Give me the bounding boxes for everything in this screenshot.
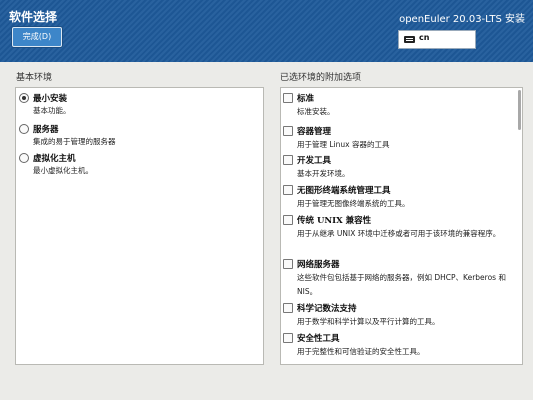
addon-item-name: 科学记数法支持 bbox=[297, 304, 357, 314]
done-button[interactable]: 完成(D) bbox=[12, 27, 62, 47]
addon-item-desc: 用于从继承 UNIX 环境中迁移或者可用于该环境的兼容程序。 bbox=[297, 229, 501, 238]
addons-list: 标准 标准安装。 容器管理 用于管理 Linux 容器的工具 开发工具 基本开发… bbox=[280, 87, 523, 365]
addon-item-name: 容器管理 bbox=[297, 127, 332, 137]
addon-item-desc: 用于管理无图像终端系统的工具。 bbox=[297, 199, 410, 208]
header-bar: 软件选择 完成(D) openEuler 20.03-LTS 安装 cn bbox=[0, 0, 533, 62]
addon-item-name: 传统 UNIX 兼容性 bbox=[297, 216, 372, 226]
env-item-desc: 集成的易于管理的服务器 bbox=[33, 137, 116, 146]
checkbox[interactable] bbox=[283, 303, 293, 313]
product-title: openEuler 20.03-LTS 安装 bbox=[399, 14, 525, 25]
addon-item-desc: 这些软件包包括基于网络的服务器，例如 DHCP、Kerberos 和 NIS。 bbox=[297, 273, 506, 296]
addon-item-name: 网络服务器 bbox=[297, 260, 340, 270]
keyboard-layout-label: cn bbox=[419, 33, 430, 42]
addon-item-desc: 用于完整性和可信验证的安全性工具。 bbox=[297, 347, 425, 356]
addon-item-desc: 标准安装。 bbox=[297, 107, 335, 116]
checkbox[interactable] bbox=[283, 185, 293, 195]
checkbox[interactable] bbox=[283, 155, 293, 165]
env-item-name: 最小安装 bbox=[33, 94, 68, 104]
radio-button-selected[interactable] bbox=[19, 93, 29, 103]
spoke-title: 软件选择 bbox=[9, 10, 58, 24]
bottom-bar bbox=[0, 370, 533, 400]
addon-item-name: 安全性工具 bbox=[297, 334, 340, 344]
env-item-desc: 最小虚拟化主机。 bbox=[33, 166, 93, 175]
keyboard-layout-indicator[interactable]: cn bbox=[398, 30, 476, 49]
addons-scrollbar[interactable] bbox=[518, 90, 521, 130]
addon-item-name: 开发工具 bbox=[297, 156, 332, 166]
env-item-desc: 基本功能。 bbox=[33, 106, 71, 115]
checkbox[interactable] bbox=[283, 215, 293, 225]
keyboard-icon bbox=[404, 36, 415, 43]
checkbox[interactable] bbox=[283, 126, 293, 136]
addon-item-desc: 用于管理 Linux 容器的工具 bbox=[297, 140, 390, 149]
base-environment-list: 最小安装 基本功能。 服务器 集成的易于管理的服务器 虚拟化主机 最小虚拟化主机… bbox=[15, 87, 264, 365]
radio-button[interactable] bbox=[19, 124, 29, 134]
addon-item-desc: 基本开发环境。 bbox=[297, 169, 350, 178]
addon-item-desc: 用于数学和科学计算以及平行计算的工具。 bbox=[297, 317, 440, 326]
addon-item-name: 标准 bbox=[297, 94, 315, 104]
checkbox[interactable] bbox=[283, 259, 293, 269]
addon-item-name: 无图形终端系统管理工具 bbox=[297, 186, 391, 196]
env-item-name: 服务器 bbox=[33, 125, 59, 135]
checkbox[interactable] bbox=[283, 93, 293, 103]
radio-button[interactable] bbox=[19, 153, 29, 163]
addons-label: 已选环境的附加选项 bbox=[280, 73, 362, 83]
base-environment-label: 基本环境 bbox=[16, 73, 53, 83]
checkbox[interactable] bbox=[283, 333, 293, 343]
env-item-name: 虚拟化主机 bbox=[33, 154, 76, 164]
